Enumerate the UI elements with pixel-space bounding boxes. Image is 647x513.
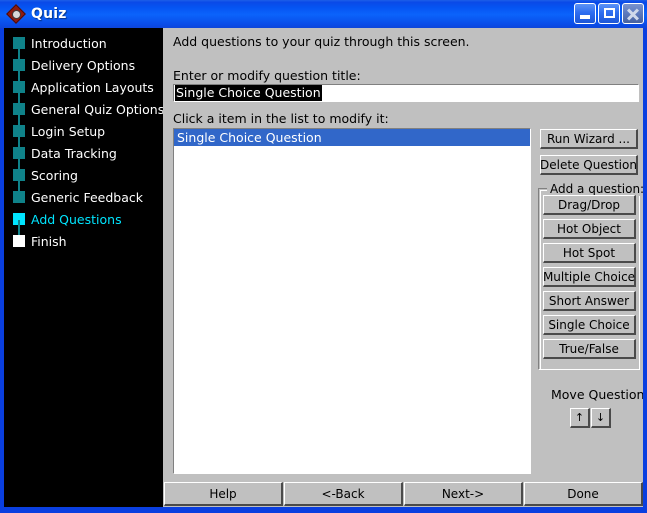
- step-marker-icon: [13, 81, 25, 93]
- title-bar: Quiz: [0, 0, 647, 28]
- minimize-icon[interactable]: [574, 3, 596, 24]
- delete-question-button[interactable]: Delete Question: [540, 155, 638, 175]
- main-content-panel: Add questions to your quiz through this …: [163, 28, 643, 507]
- question-list-label: Click a item in the list to modify it:: [173, 111, 389, 126]
- step-marker-icon: [13, 59, 25, 71]
- sidebar-item-label: Generic Feedback: [31, 189, 143, 205]
- step-marker-icon: [13, 191, 25, 203]
- step-marker-icon: [13, 147, 25, 159]
- intro-text: Add questions to your quiz through this …: [173, 34, 470, 49]
- client-area: Introduction Delivery Options Applicatio…: [4, 28, 643, 507]
- sidebar-item-delivery-options[interactable]: Delivery Options: [4, 54, 163, 76]
- window-title: Quiz: [31, 6, 67, 22]
- sidebar-item-generic-feedback[interactable]: Generic Feedback: [4, 186, 163, 208]
- add-hot-spot-button[interactable]: Hot Spot: [543, 243, 636, 263]
- sidebar-item-general-quiz-options[interactable]: General Quiz Options: [4, 98, 165, 120]
- step-marker-icon: [13, 37, 25, 49]
- wizard-step-sidebar: Introduction Delivery Options Applicatio…: [4, 28, 165, 507]
- sidebar-item-data-tracking[interactable]: Data Tracking: [4, 142, 163, 164]
- add-question-groupbox-title: Add a question:: [547, 182, 643, 196]
- sidebar-item-login-setup[interactable]: Login Setup: [4, 120, 163, 142]
- back-button[interactable]: <-Back: [284, 482, 403, 506]
- question-title-value: Single Choice Question: [175, 85, 322, 101]
- sidebar-item-label: Login Setup: [31, 123, 106, 139]
- question-listbox[interactable]: Single Choice Question: [173, 128, 531, 474]
- add-short-answer-button[interactable]: Short Answer: [543, 291, 636, 311]
- add-multiple-choice-button[interactable]: Multiple Choice: [543, 267, 636, 287]
- sidebar-item-application-layouts[interactable]: Application Layouts: [4, 76, 163, 98]
- move-question-up-icon[interactable]: ↑: [570, 408, 590, 428]
- question-title-label: Enter or modify question title:: [173, 68, 361, 83]
- sidebar-item-label: Delivery Options: [31, 57, 136, 73]
- window-controls: [574, 3, 644, 24]
- add-single-choice-button[interactable]: Single Choice: [543, 315, 636, 335]
- next-button[interactable]: Next->: [404, 482, 523, 506]
- step-marker-icon: [13, 235, 25, 247]
- sidebar-item-label: General Quiz Options: [31, 101, 165, 117]
- wizard-button-bar: Help <-Back Next-> Done: [163, 480, 643, 507]
- sidebar-item-scoring[interactable]: Scoring: [4, 164, 163, 186]
- question-title-input[interactable]: Single Choice Question: [173, 84, 639, 102]
- done-button[interactable]: Done: [524, 482, 643, 506]
- maximize-icon[interactable]: [598, 3, 620, 24]
- sidebar-item-finish[interactable]: Finish: [4, 230, 163, 252]
- add-drag-drop-button[interactable]: Drag/Drop: [543, 195, 636, 215]
- quiz-diamond-icon: [6, 4, 26, 24]
- add-true-false-button[interactable]: True/False: [543, 339, 636, 359]
- list-item[interactable]: Single Choice Question: [174, 129, 530, 146]
- step-marker-icon: [13, 169, 25, 181]
- step-marker-icon: [13, 125, 25, 137]
- move-question-label: Move Question:: [551, 387, 643, 402]
- move-question-down-icon[interactable]: ↓: [591, 408, 611, 428]
- sidebar-item-label: Finish: [31, 233, 67, 249]
- step-marker-icon: [13, 103, 25, 115]
- sidebar-item-label: Add Questions: [31, 211, 122, 227]
- sidebar-item-introduction[interactable]: Introduction: [4, 32, 163, 54]
- sidebar-item-add-questions[interactable]: Add Questions: [4, 208, 163, 230]
- sidebar-item-label: Application Layouts: [31, 79, 154, 95]
- close-icon[interactable]: [622, 3, 644, 24]
- add-hot-object-button[interactable]: Hot Object: [543, 219, 636, 239]
- sidebar-item-label: Introduction: [31, 35, 107, 51]
- run-wizard-button[interactable]: Run Wizard ...: [540, 129, 638, 149]
- sidebar-item-label: Scoring: [31, 167, 78, 183]
- quiz-application-window: Quiz Introduction Delivery Options Appli…: [0, 0, 647, 513]
- sidebar-item-label: Data Tracking: [31, 145, 117, 161]
- help-button[interactable]: Help: [164, 482, 283, 506]
